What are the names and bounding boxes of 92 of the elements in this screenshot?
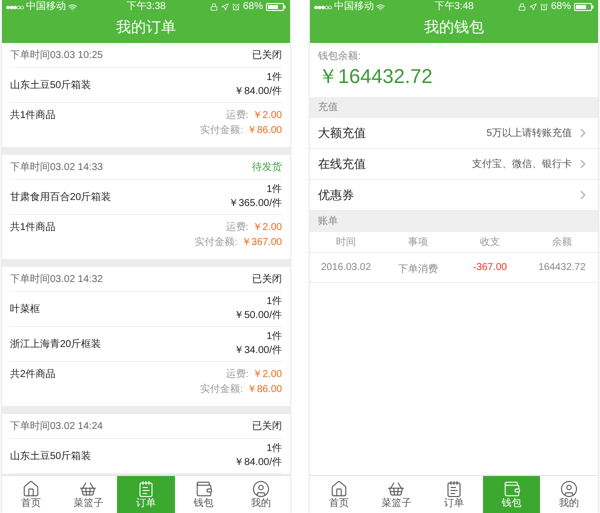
- status-time: 下午3:48: [434, 2, 474, 12]
- basket-icon: [387, 480, 406, 498]
- shipping-label: 运费:: [226, 220, 249, 235]
- item-quantity: 1件: [266, 442, 282, 456]
- user-icon: [252, 480, 270, 498]
- item-count: 共1件商品: [10, 108, 56, 123]
- paid-amount: ￥367.00: [241, 236, 282, 250]
- menu-row[interactable]: 大额充值 5万以上请转账充值: [310, 118, 598, 149]
- order-time: 下单时间03.02 14:33: [10, 160, 103, 174]
- carrier-text: 中国移动: [334, 2, 374, 12]
- balance-amount: ￥164432.72: [318, 65, 434, 90]
- product-name: 甘肃食用百合20斤箱装: [10, 190, 112, 204]
- location-icon: [220, 3, 229, 11]
- item-quantity: 1件: [266, 71, 282, 85]
- tab-item[interactable]: 菜篮子: [368, 476, 426, 513]
- battery-icon: [574, 3, 594, 11]
- paid-label: 实付金额:: [200, 382, 243, 397]
- order-status: 已关闭: [252, 272, 282, 286]
- table-cell-text: 2016.03.02: [320, 261, 372, 275]
- signal-icon: [314, 4, 332, 10]
- house-icon: [22, 480, 40, 498]
- notepad-icon: [444, 480, 463, 498]
- product-name: 山东土豆50斤箱装: [10, 450, 92, 464]
- battery-icon: [266, 3, 286, 11]
- lock-icon: [210, 3, 218, 11]
- battery-text: 68%: [242, 2, 263, 12]
- table-cell-text: -367.00: [473, 261, 507, 275]
- tab-item[interactable]: 菜篮子: [60, 476, 118, 513]
- paid-amount: ￥86.00: [246, 124, 282, 138]
- row-detail: 5万以上请转账充值: [486, 126, 572, 140]
- order-status: 待发货: [252, 160, 282, 174]
- tab-item[interactable]: 首页: [310, 476, 368, 513]
- user-icon: [560, 480, 578, 498]
- order-time: 下单时间03.02 14:24: [10, 420, 103, 434]
- item-price: ￥84.00/件: [234, 456, 282, 470]
- signal-icon: [6, 4, 24, 10]
- item-count: 共2件商品: [10, 368, 56, 382]
- item-price: ￥34.00/件: [234, 344, 282, 358]
- order-status: 已关闭: [252, 48, 282, 62]
- tab-item[interactable]: 订单: [425, 476, 483, 513]
- shipping-label: 运费:: [226, 368, 249, 382]
- product-name: 叶菜框: [10, 302, 40, 316]
- tab-item[interactable]: 我的: [540, 476, 598, 513]
- shipping-fee: ￥2.00: [252, 368, 282, 382]
- column-header: 事项: [408, 236, 428, 250]
- product-name: 山东土豆50斤箱装: [10, 78, 92, 92]
- wallet-icon: [194, 480, 213, 498]
- paid-amount: ￥86.00: [246, 383, 282, 397]
- order-time: 下单时间03.03 10:25: [10, 48, 103, 62]
- section-header: 充值: [318, 100, 338, 115]
- product-name: 浙江上海青20斤框装: [10, 338, 102, 352]
- lock-icon: [518, 3, 526, 11]
- page-title: 我的钱包: [424, 18, 484, 38]
- item-quantity: 1件: [266, 295, 282, 309]
- notepad-icon: [136, 480, 155, 498]
- alarm-icon: [540, 3, 548, 11]
- tab-item[interactable]: 我的: [232, 476, 290, 513]
- column-header: 收支: [480, 236, 500, 250]
- tab-item[interactable]: 钱包: [174, 476, 232, 513]
- column-header: 余额: [552, 236, 572, 250]
- status-time: 下午3:38: [126, 2, 166, 12]
- basket-icon: [79, 480, 98, 498]
- item-count: 共1件商品: [10, 220, 56, 235]
- table-cell-text: 164432.72: [538, 261, 586, 275]
- wallet-icon: [502, 480, 521, 498]
- item-quantity: 1件: [266, 183, 282, 197]
- column-header: 时间: [336, 236, 356, 250]
- menu-row[interactable]: 在线充值 支付宝、微信、银行卡: [310, 149, 598, 180]
- alarm-icon: [232, 3, 240, 11]
- carrier-text: 中国移动: [26, 2, 66, 12]
- item-price: ￥50.00/件: [234, 309, 282, 323]
- paid-label: 实付金额:: [194, 236, 238, 250]
- wifi-icon: [68, 2, 77, 12]
- location-icon: [528, 3, 537, 11]
- balance-label: 钱包余额:: [318, 50, 362, 64]
- item-quantity: 1件: [266, 330, 282, 344]
- tab-item[interactable]: 首页: [2, 476, 60, 513]
- shipping-label: 运费:: [226, 108, 249, 123]
- table-cell-text: 下单消费: [398, 262, 438, 277]
- item-price: ￥365.00/件: [228, 197, 282, 211]
- order-status: 已关闭: [252, 420, 282, 434]
- battery-text: 68%: [550, 2, 571, 12]
- section-header: 账单: [318, 214, 338, 229]
- wifi-icon: [376, 2, 385, 12]
- shipping-fee: ￥2.00: [252, 221, 282, 235]
- page-title: 我的订单: [116, 18, 176, 38]
- shipping-fee: ￥2.00: [252, 109, 282, 123]
- house-icon: [330, 480, 348, 498]
- paid-label: 实付金额:: [200, 124, 243, 138]
- item-price: ￥84.00/件: [234, 85, 282, 99]
- row-detail: 支付宝、微信、银行卡: [472, 158, 572, 172]
- order-time: 下单时间03.02 14:32: [10, 272, 103, 286]
